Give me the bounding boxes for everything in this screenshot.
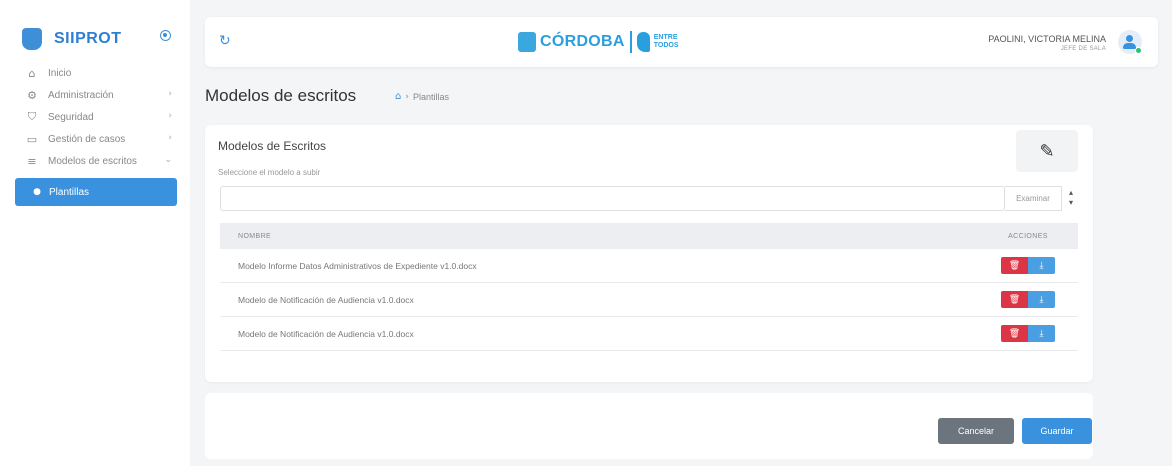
chevron-down-icon[interactable]: ▾ [1065, 198, 1077, 208]
sidebar-nav: ⌂ Inicio ⚙ Administración › ⛉ Seguridad … [0, 62, 190, 206]
brand-name: SIIPROT [54, 30, 122, 47]
breadcrumb-separator: › [405, 91, 409, 102]
sidebar-item-seguridad[interactable]: ⛉ Seguridad › [0, 106, 190, 128]
browse-button[interactable]: Examinar [1005, 186, 1062, 211]
sidebar-item-inicio[interactable]: ⌂ Inicio [0, 62, 190, 84]
delete-button[interactable]: 🗑 [1001, 325, 1028, 342]
brand-logo-icon [22, 28, 42, 50]
sidebar-item-label: Administración [48, 89, 114, 101]
online-status-icon [1135, 47, 1142, 54]
table-header: NOMBRE ACCIONES [220, 223, 1078, 249]
template-name: Modelo Informe Datos Administrativos de … [238, 260, 477, 271]
trash-icon: 🗑 [1008, 294, 1021, 305]
trash-icon: 🗑 [1008, 328, 1021, 339]
sidebar-item-plantillas[interactable]: ● Plantillas [15, 178, 177, 206]
brand[interactable]: SIIPROT [22, 28, 122, 50]
download-button[interactable]: ⤓ [1028, 257, 1055, 274]
cancel-button[interactable]: Cancelar [938, 418, 1014, 444]
spinner-control[interactable]: ▴ ▾ [1065, 188, 1077, 208]
download-icon: ⤓ [1039, 294, 1044, 305]
sidebar-item-label: Modelos de escritos [48, 155, 137, 167]
shield-icon: ⛉ [27, 110, 37, 123]
breadcrumb: ⌂ › Plantillas [395, 91, 449, 102]
templates-table: NOMBRE ACCIONES Modelo Informe Datos Adm… [220, 223, 1078, 351]
table-row: Modelo de Notificación de Audiencia v1.0… [220, 283, 1078, 317]
template-name: Modelo de Notificación de Audiencia v1.0… [238, 294, 414, 305]
chevron-right-icon: › [168, 89, 172, 99]
row-actions: 🗑 ⤓ [978, 257, 1078, 274]
home-icon: ⌂ [28, 66, 36, 80]
download-button[interactable]: ⤓ [1028, 325, 1055, 342]
table-row: Modelo Informe Datos Administrativos de … [220, 249, 1078, 283]
download-icon: ⤓ [1039, 260, 1044, 271]
avatar[interactable] [1118, 30, 1142, 54]
map-icon [636, 32, 650, 52]
sidebar-item-modelos-de-escritos[interactable]: ≡ Modelos de escritos ⌄ [0, 150, 190, 172]
government-name: CÓRDOBA [540, 33, 625, 50]
sidebar-item-gestion-de-casos[interactable]: ▭ Gestión de casos › [0, 128, 190, 150]
page-title: Modelos de escritos [205, 86, 357, 105]
folder-icon: ▭ [26, 132, 38, 146]
government-logo: CÓRDOBA ENTRE TODOS [518, 31, 682, 53]
government-slogan: ENTRE TODOS [653, 34, 679, 49]
sidebar-item-administracion[interactable]: ⚙ Administración › [0, 84, 190, 106]
seal-icon [518, 32, 536, 52]
sidebar: SIIPROT ⌂ Inicio ⚙ Administración › ⛉ Se… [0, 0, 190, 466]
download-button[interactable]: ⤓ [1028, 291, 1055, 308]
row-actions: 🗑 ⤓ [978, 325, 1078, 342]
table-row: Modelo de Notificación de Audiencia v1.0… [220, 317, 1078, 351]
sidebar-item-label: Inicio [48, 67, 72, 79]
logo-divider [629, 31, 632, 53]
column-header-name: NOMBRE [238, 232, 272, 240]
save-button[interactable]: Guardar [1022, 418, 1092, 444]
bullet-icon: ● [33, 187, 41, 197]
list-icon: ≡ [27, 154, 37, 168]
refresh-icon[interactable]: ↻ [219, 33, 231, 49]
sidebar-toggle-icon[interactable] [160, 30, 171, 41]
topbar: ↻ CÓRDOBA ENTRE TODOS PAOLINI, VICTORIA … [205, 17, 1158, 67]
home-icon[interactable]: ⌂ [395, 91, 401, 102]
user-name[interactable]: PAOLINI, VICTORIA MELINA [988, 34, 1106, 44]
sidebar-item-label: Seguridad [48, 111, 94, 123]
chevron-right-icon: › [168, 111, 172, 121]
template-name: Modelo de Notificación de Audiencia v1.0… [238, 328, 414, 339]
download-icon: ⤓ [1039, 328, 1044, 339]
edit-button[interactable]: ✎ [1016, 130, 1078, 172]
form-footer: Cancelar Guardar [205, 393, 1093, 459]
delete-button[interactable]: 🗑 [1001, 257, 1028, 274]
delete-button[interactable]: 🗑 [1001, 291, 1028, 308]
sidebar-item-label: Gestión de casos [48, 133, 126, 145]
chevron-up-icon[interactable]: ▴ [1065, 188, 1077, 198]
trash-icon: 🗑 [1008, 260, 1021, 271]
gear-icon: ⚙ [27, 88, 37, 102]
user-role: JEFE DE SALA [1060, 46, 1106, 52]
card-title: Modelos de Escritos [218, 139, 327, 153]
upload-label: Seleccione el modelo a subir [218, 168, 321, 177]
file-input[interactable] [220, 186, 1005, 211]
breadcrumb-current: Plantillas [412, 91, 449, 102]
row-actions: 🗑 ⤓ [978, 291, 1078, 308]
chevron-down-icon: ⌄ [164, 155, 172, 165]
edit-icon: ✎ [1039, 140, 1055, 162]
column-header-actions: ACCIONES [1008, 232, 1048, 240]
sidebar-item-label: Plantillas [49, 186, 90, 198]
templates-card: Modelos de Escritos Seleccione el modelo… [205, 125, 1093, 382]
chevron-right-icon: › [168, 133, 172, 143]
